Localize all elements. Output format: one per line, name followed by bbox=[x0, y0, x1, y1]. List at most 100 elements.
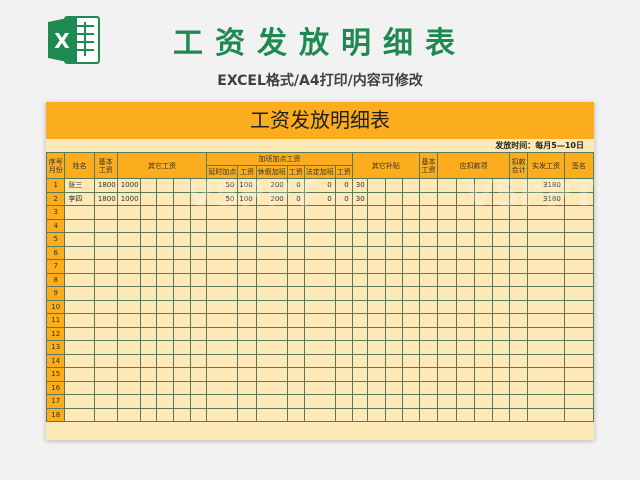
header-signature: 签名 bbox=[563, 152, 594, 179]
table-cell bbox=[384, 259, 403, 274]
table-cell bbox=[334, 299, 353, 314]
table-cell: 30 bbox=[351, 178, 369, 193]
table-cell bbox=[563, 218, 594, 233]
table-cell bbox=[303, 272, 336, 287]
table-cell bbox=[64, 407, 95, 422]
table-cell bbox=[367, 232, 386, 247]
table-cell bbox=[456, 191, 475, 206]
header-wage-3: 工资 bbox=[334, 165, 353, 179]
table-cell bbox=[286, 232, 305, 247]
table-cell bbox=[509, 407, 529, 422]
table-cell bbox=[156, 245, 174, 260]
table-cell bbox=[189, 299, 208, 314]
table-cell bbox=[401, 367, 421, 382]
header-ot-legal: 法定加班 bbox=[303, 165, 336, 179]
table-cell: 0 bbox=[286, 178, 305, 193]
table-cell bbox=[491, 313, 511, 328]
table-cell: 200 bbox=[255, 178, 288, 193]
table-cell bbox=[206, 407, 239, 422]
header-deduct-total: 扣款 合计 bbox=[509, 152, 529, 179]
table-cell bbox=[509, 286, 529, 301]
table-cell bbox=[401, 245, 421, 260]
table-cell bbox=[401, 286, 421, 301]
table-row: 18 bbox=[46, 407, 594, 422]
table-cell bbox=[156, 232, 174, 247]
table-row: 1 张三 1800 1000 50 100 200 0 0 0 30 3180 bbox=[46, 178, 594, 193]
table-cell bbox=[401, 353, 421, 368]
table-cell bbox=[563, 272, 594, 287]
table-cell bbox=[172, 380, 191, 395]
table-cell bbox=[189, 272, 208, 287]
table-cell bbox=[255, 272, 288, 287]
table-cell bbox=[384, 272, 403, 287]
row-seq-cell: 9 bbox=[46, 286, 66, 301]
table-cell bbox=[255, 326, 288, 341]
table-cell bbox=[206, 286, 239, 301]
table-cell bbox=[139, 407, 158, 422]
table-cell bbox=[456, 205, 475, 220]
table-cell bbox=[156, 286, 174, 301]
table-cell bbox=[491, 178, 511, 193]
table-cell bbox=[456, 232, 475, 247]
table-cell bbox=[509, 353, 529, 368]
table-cell bbox=[156, 259, 174, 274]
table-cell bbox=[437, 245, 458, 260]
table-cell bbox=[351, 272, 369, 287]
table-cell bbox=[437, 340, 458, 355]
table-cell bbox=[473, 286, 493, 301]
table-cell bbox=[156, 205, 174, 220]
table-cell bbox=[172, 218, 191, 233]
table-cell bbox=[303, 245, 336, 260]
table-cell bbox=[384, 245, 403, 260]
table-cell bbox=[172, 232, 191, 247]
table-cell bbox=[64, 286, 95, 301]
page-subtitle: EXCEL格式/A4打印/内容可修改 bbox=[217, 73, 423, 89]
table-cell bbox=[401, 259, 421, 274]
sheet-title: 工资发放明细表 bbox=[46, 102, 594, 139]
table-cell bbox=[527, 259, 565, 274]
table-cell bbox=[473, 299, 493, 314]
table-cell bbox=[563, 380, 594, 395]
table-cell bbox=[237, 232, 257, 247]
row-seq-cell: 11 bbox=[46, 313, 66, 328]
table-cell bbox=[116, 326, 141, 341]
table-cell bbox=[93, 299, 118, 314]
table-cell bbox=[237, 326, 257, 341]
table-cell bbox=[156, 313, 174, 328]
table-cell bbox=[93, 218, 118, 233]
table-cell bbox=[491, 205, 511, 220]
table-cell bbox=[64, 232, 95, 247]
table-cell bbox=[64, 313, 95, 328]
table-cell: 100 bbox=[237, 178, 257, 193]
table-cell bbox=[237, 340, 257, 355]
table-cell bbox=[156, 380, 174, 395]
header-overtime: 加班加点工资 bbox=[206, 152, 353, 166]
table-cell: 李四 bbox=[64, 191, 95, 206]
table-cell bbox=[116, 313, 141, 328]
table-cell bbox=[206, 340, 239, 355]
table-cell bbox=[189, 340, 208, 355]
table-cell bbox=[334, 340, 353, 355]
table-cell bbox=[509, 191, 529, 206]
header-deduct-items: 应扣款项 bbox=[437, 152, 511, 179]
table-cell bbox=[156, 191, 174, 206]
table-cell bbox=[563, 394, 594, 409]
table-cell bbox=[206, 259, 239, 274]
table-cell bbox=[189, 232, 208, 247]
table-cell: 张三 bbox=[64, 178, 95, 193]
table-cell bbox=[401, 205, 421, 220]
table-row: 11 bbox=[46, 313, 594, 328]
table-cell bbox=[367, 407, 386, 422]
table-cell bbox=[303, 259, 336, 274]
table-cell bbox=[456, 407, 475, 422]
table-cell bbox=[367, 367, 386, 382]
table-cell bbox=[401, 407, 421, 422]
table-cell bbox=[116, 394, 141, 409]
table-cell: 50 bbox=[206, 191, 239, 206]
table-cell bbox=[237, 218, 257, 233]
table-cell bbox=[286, 367, 305, 382]
table-cell bbox=[303, 353, 336, 368]
table-cell bbox=[93, 340, 118, 355]
table-cell bbox=[437, 380, 458, 395]
table-cell bbox=[189, 353, 208, 368]
